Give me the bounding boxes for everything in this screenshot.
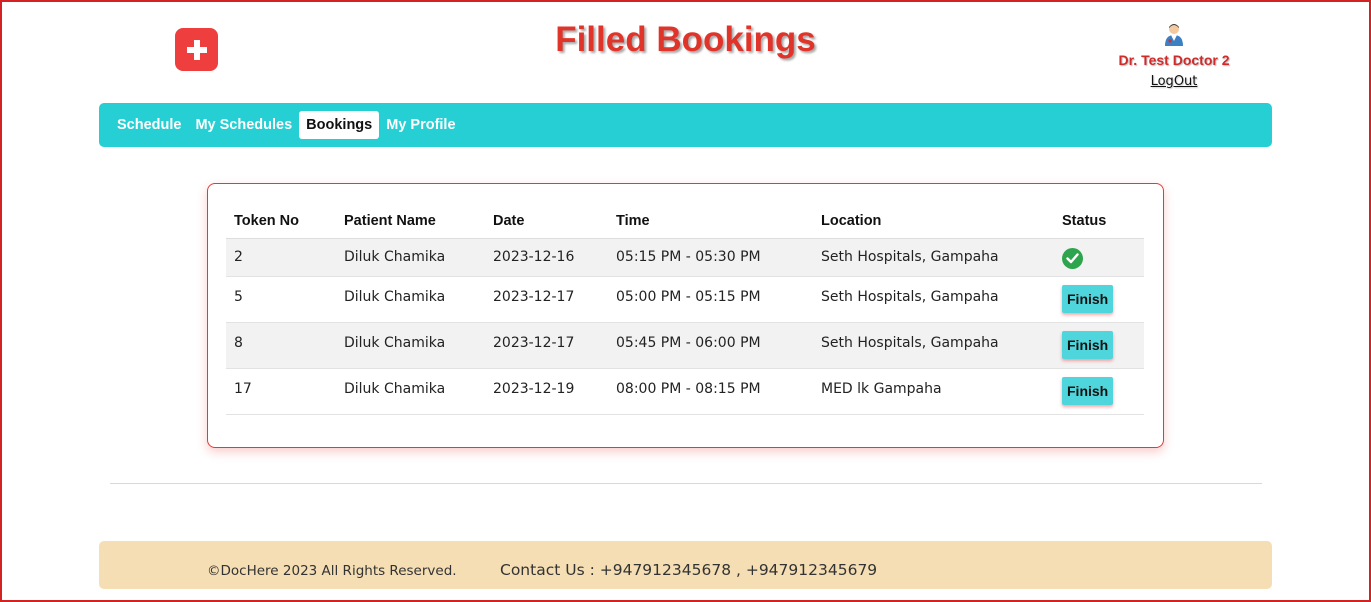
table-row: 8 Diluk Chamika 2023-12-17 05:45 PM - 06… xyxy=(226,322,1144,369)
column-header-patient: Patient Name xyxy=(336,204,485,239)
cell-patient: Diluk Chamika xyxy=(336,238,485,277)
cell-token: 5 xyxy=(226,276,336,323)
cell-date: 2023-12-19 xyxy=(485,368,608,415)
cell-date: 2023-12-17 xyxy=(485,322,608,369)
cell-token: 8 xyxy=(226,322,336,369)
cell-token: 17 xyxy=(226,368,336,415)
column-header-time: Time xyxy=(608,204,813,239)
cell-patient: Diluk Chamika xyxy=(336,276,485,323)
doctor-name: Dr. Test Doctor 2 xyxy=(1118,52,1230,68)
check-circle-icon xyxy=(1062,247,1083,269)
footer: ©DocHere 2023 All Rights Reserved. Conta… xyxy=(99,541,1272,589)
cell-location: Seth Hospitals, Gampaha xyxy=(813,276,1054,323)
column-header-date: Date xyxy=(485,204,608,239)
cell-time: 08:00 PM - 08:15 PM xyxy=(608,368,813,415)
finish-button[interactable]: Finish xyxy=(1062,376,1114,405)
nav-item-my-schedules[interactable]: My Schedules xyxy=(188,111,299,139)
nav-item-my-profile[interactable]: My Profile xyxy=(379,111,462,139)
navbar: Schedule My Schedules Bookings My Profil… xyxy=(99,103,1272,147)
cell-location: Seth Hospitals, Gampaha xyxy=(813,238,1054,277)
nav-item-bookings[interactable]: Bookings xyxy=(299,111,380,139)
logout-link[interactable]: LogOut xyxy=(1104,74,1244,89)
table-row: 2 Diluk Chamika 2023-12-16 05:15 PM - 05… xyxy=(226,238,1144,277)
cell-location: MED lk Gampaha xyxy=(813,368,1054,415)
footer-copyright: ©DocHere 2023 All Rights Reserved. xyxy=(207,563,457,579)
table-header-row: Token No Patient Name Date Time Location… xyxy=(226,204,1144,239)
bookings-card: Token No Patient Name Date Time Location… xyxy=(207,183,1164,448)
footer-contact: Contact Us : +947912345678 , +9479123456… xyxy=(500,561,878,579)
cell-status: Finish xyxy=(1054,276,1144,323)
nav-item-schedule[interactable]: Schedule xyxy=(110,111,188,139)
table-row: 5 Diluk Chamika 2023-12-17 05:00 PM - 05… xyxy=(226,276,1144,323)
user-block: Dr. Test Doctor 2 LogOut xyxy=(1104,22,1244,89)
cell-time: 05:45 PM - 06:00 PM xyxy=(608,322,813,369)
cell-patient: Diluk Chamika xyxy=(336,322,485,369)
cell-status: Finish xyxy=(1054,322,1144,369)
cell-date: 2023-12-16 xyxy=(485,238,608,277)
column-header-token: Token No xyxy=(226,204,336,239)
finish-button[interactable]: Finish xyxy=(1062,330,1114,359)
finish-button[interactable]: Finish xyxy=(1062,284,1114,313)
bookings-table: Token No Patient Name Date Time Location… xyxy=(226,204,1144,415)
cell-date: 2023-12-17 xyxy=(485,276,608,323)
cell-time: 05:00 PM - 05:15 PM xyxy=(608,276,813,323)
cell-time: 05:15 PM - 05:30 PM xyxy=(608,238,813,277)
cell-patient: Diluk Chamika xyxy=(336,368,485,415)
divider xyxy=(110,483,1262,484)
column-header-status: Status xyxy=(1054,204,1144,239)
cell-location: Seth Hospitals, Gampaha xyxy=(813,322,1054,369)
cell-status xyxy=(1054,238,1144,277)
doctor-avatar-icon xyxy=(1162,22,1186,46)
column-header-location: Location xyxy=(813,204,1054,239)
cell-status: Finish xyxy=(1054,368,1144,415)
table-row: 17 Diluk Chamika 2023-12-19 08:00 PM - 0… xyxy=(226,368,1144,415)
cell-token: 2 xyxy=(226,238,336,277)
